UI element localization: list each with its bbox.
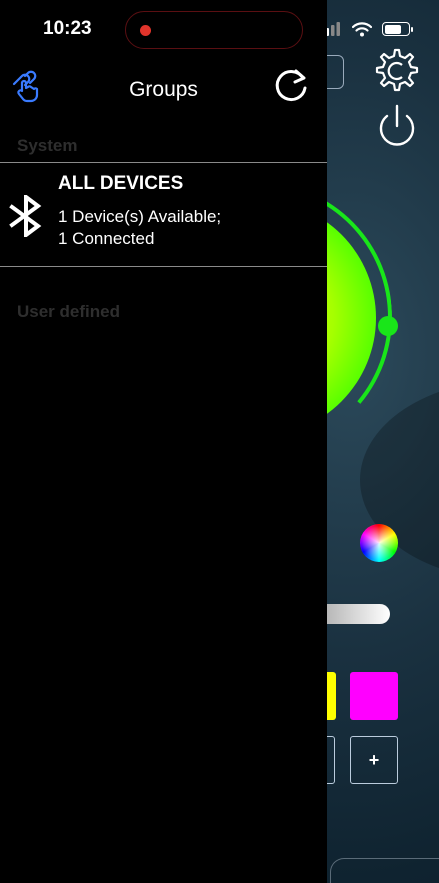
divider — [0, 266, 327, 267]
color-swatch-magenta[interactable] — [350, 672, 398, 720]
dynamic-island — [125, 11, 303, 49]
section-label-system: System — [17, 136, 78, 155]
recording-indicator — [140, 25, 151, 36]
group-availability: 1 Device(s) Available; — [58, 207, 222, 226]
groups-drawer: 10:23 Groups System ALL DEVICES 1 Device… — [0, 0, 327, 883]
group-name: ALL DEVICES — [58, 173, 184, 194]
refresh-icon[interactable] — [270, 66, 312, 104]
power-icon[interactable] — [375, 102, 419, 150]
background-bottom-tab — [330, 858, 439, 883]
settings-gear-icon[interactable] — [372, 46, 422, 96]
color-picker-button[interactable] — [360, 524, 398, 562]
add-color-button[interactable]: + — [350, 736, 398, 784]
section-label-user-defined: User defined — [17, 302, 120, 321]
brightness-knob[interactable] — [378, 316, 398, 336]
wifi-icon — [352, 21, 372, 36]
bluetooth-icon — [9, 195, 42, 237]
group-connected: 1 Connected — [58, 229, 155, 248]
status-time: 10:23 — [43, 18, 92, 39]
group-row-all-devices[interactable]: ALL DEVICES 1 Device(s) Available; 1 Con… — [0, 163, 327, 266]
battery-icon — [382, 22, 413, 36]
status-icons — [320, 18, 413, 40]
